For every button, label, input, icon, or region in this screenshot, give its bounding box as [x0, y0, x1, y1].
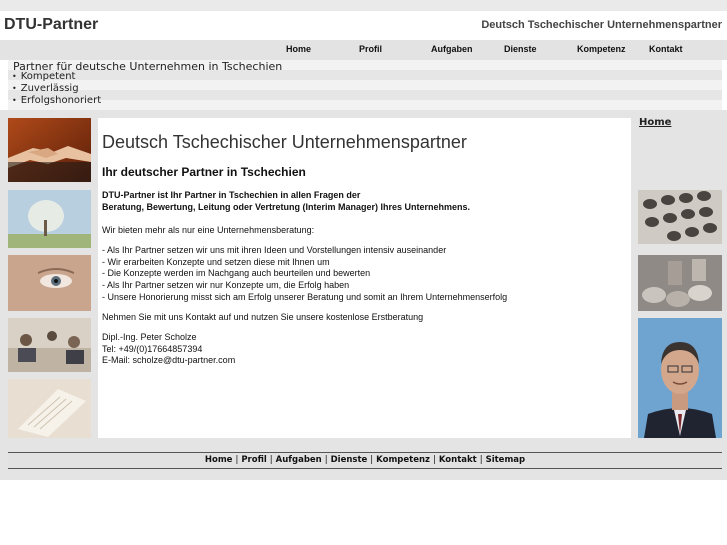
tree-image	[8, 190, 91, 248]
calculator-image	[638, 190, 722, 244]
footer-separator: |	[235, 455, 239, 465]
footer-link-sitemap[interactable]: Sitemap	[486, 455, 526, 465]
intro-item: Kompetent	[12, 71, 101, 83]
offer-bullet: - Als Ihr Partner setzen wir uns mit ihr…	[102, 245, 447, 255]
contact-name: Dipl.-Ing. Peter Scholze	[102, 332, 197, 342]
nav-kompetenz[interactable]: Kompetenz	[577, 44, 626, 54]
nav-kontakt[interactable]: Kontakt	[649, 44, 683, 54]
lead-line-2: Beratung, Bewertung, Leitung oder Vertre…	[102, 202, 471, 212]
contact-email[interactable]: E-Mail: scholze@dtu-partner.com	[102, 355, 235, 367]
footer-link-dienste[interactable]: Dienste	[331, 455, 368, 465]
footer-separator: |	[269, 455, 273, 465]
offer-bullet: - Unsere Honorierung misst sich am Erfol…	[102, 292, 508, 302]
site-header: DTU-Partner Deutsch Tschechischer Untern…	[0, 11, 727, 40]
site-tagline: Deutsch Tschechischer Unternehmenspartne…	[481, 19, 722, 31]
intro-item: Erfolgshonoriert	[12, 95, 101, 107]
footer-link-profil[interactable]: Profil	[241, 455, 266, 465]
coins-image	[638, 255, 722, 311]
intro-list: Kompetent Zuverlässig Erfolgshonoriert	[12, 71, 101, 107]
nav-aufgaben[interactable]: Aufgaben	[431, 44, 473, 54]
portrait-photo	[638, 318, 722, 438]
footer-separator: |	[324, 455, 328, 465]
lead-line-1: DTU-Partner ist Ihr Partner in Tschechie…	[102, 190, 361, 200]
documents-image	[8, 379, 91, 438]
contact-phone: Tel: +49/(0)17664857394	[102, 344, 203, 354]
sidebar-home-link[interactable]: Home	[639, 117, 671, 128]
content-panel: Deutsch Tschechischer Unternehmenspartne…	[98, 118, 631, 438]
eye-image	[8, 255, 91, 311]
page-title: Deutsch Tschechischer Unternehmenspartne…	[102, 132, 467, 152]
footer-link-home[interactable]: Home	[205, 455, 233, 465]
intro-box: Partner für deutsche Unternehmen in Tsch…	[8, 60, 722, 110]
contact-cta: Nehmen Sie mit uns Kontakt auf und nutze…	[102, 312, 424, 322]
intro-item: Zuverlässig	[12, 83, 101, 95]
footer-nav: Home | Profil | Aufgaben | Dienste | Kompetenz | K…	[8, 452, 722, 469]
offer-intro: Wir bieten mehr als nur eine Unternehmen…	[102, 225, 315, 235]
main-nav: Home Profil Aufgaben Dienste Kompetenz K…	[0, 40, 727, 60]
meeting-image	[8, 318, 91, 372]
footer-separator: |	[370, 455, 374, 465]
offer-bullet: - Wir erarbeiten Konzepte und setzen die…	[102, 257, 330, 267]
handshake-image	[8, 118, 91, 182]
footer-link-aufgaben[interactable]: Aufgaben	[276, 455, 322, 465]
footer-separator: |	[479, 455, 483, 465]
footer-link-kontakt[interactable]: Kontakt	[439, 455, 477, 465]
intro-stripe	[8, 90, 722, 100]
offer-bullet: - Die Konzepte werden im Nachgang auch b…	[102, 268, 371, 278]
nav-home[interactable]: Home	[286, 44, 311, 54]
footer-separator: |	[432, 455, 436, 465]
nav-dienste[interactable]: Dienste	[504, 44, 537, 54]
footer-link-kompetenz[interactable]: Kompetenz	[376, 455, 430, 465]
top-band	[0, 0, 727, 11]
offer-bullet: - Als Ihr Partner setzen wir nur Konzept…	[102, 280, 350, 290]
page-subtitle: Ihr deutscher Partner in Tschechien	[102, 165, 306, 179]
nav-profil[interactable]: Profil	[359, 44, 382, 54]
site-logo[interactable]: DTU-Partner	[4, 16, 98, 34]
